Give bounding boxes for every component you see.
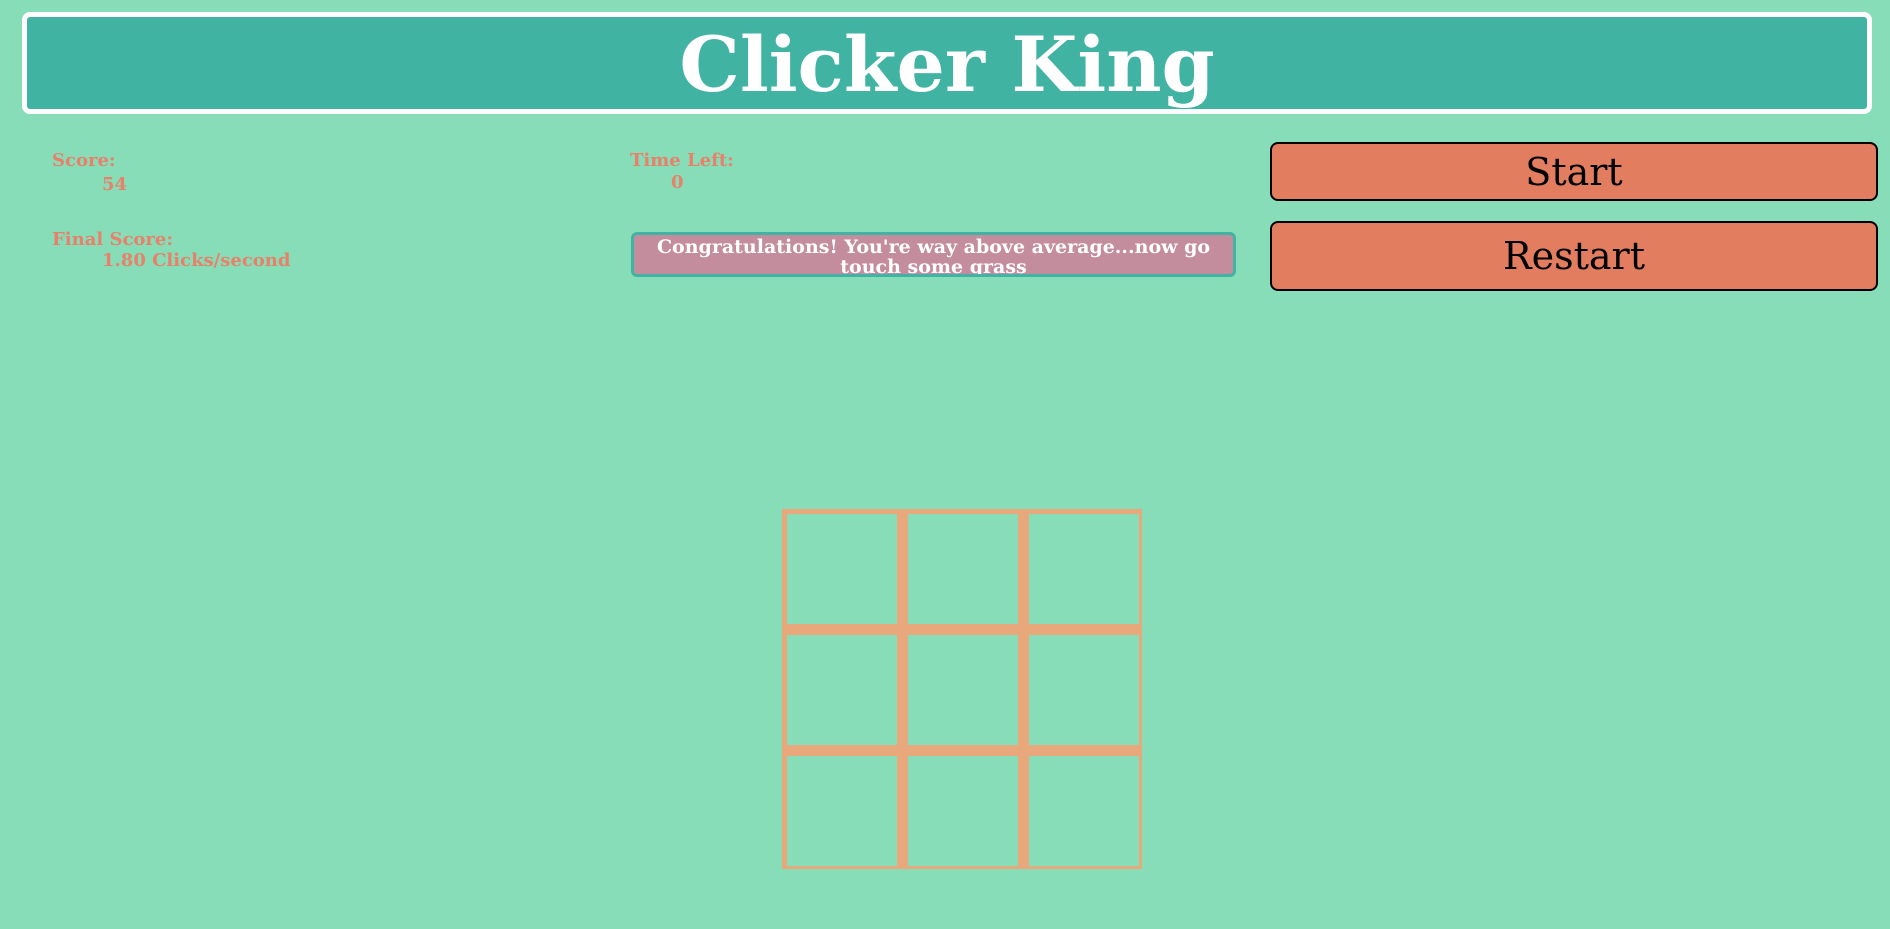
grid-cell[interactable] (787, 635, 897, 745)
grid-cell[interactable] (908, 514, 1018, 624)
restart-button[interactable]: Restart (1270, 221, 1878, 291)
grid-cell[interactable] (787, 514, 897, 624)
grid-cell[interactable] (787, 756, 897, 866)
final-score-label: Final Score: (52, 229, 174, 250)
time-left-value: 0 (671, 172, 684, 193)
grid-cell[interactable] (908, 635, 1018, 745)
score-value: 54 (102, 174, 128, 195)
score-label: Score: (52, 150, 116, 171)
grid-cell[interactable] (1029, 635, 1139, 745)
game-title: Clicker King (679, 20, 1215, 109)
game-page: Clicker King Score: 54 Time Left: 0 Fina… (0, 0, 1890, 929)
title-banner: Clicker King (22, 12, 1872, 114)
grid-cell[interactable] (1029, 514, 1139, 624)
result-message: Congratulations! You're way above averag… (631, 232, 1236, 277)
final-score-value: 1.80 Clicks/second (102, 250, 291, 271)
grid-cell[interactable] (1029, 756, 1139, 866)
grid-cell[interactable] (908, 756, 1018, 866)
start-button[interactable]: Start (1270, 142, 1878, 201)
click-grid (782, 509, 1142, 869)
time-left-label: Time Left: (630, 150, 734, 171)
